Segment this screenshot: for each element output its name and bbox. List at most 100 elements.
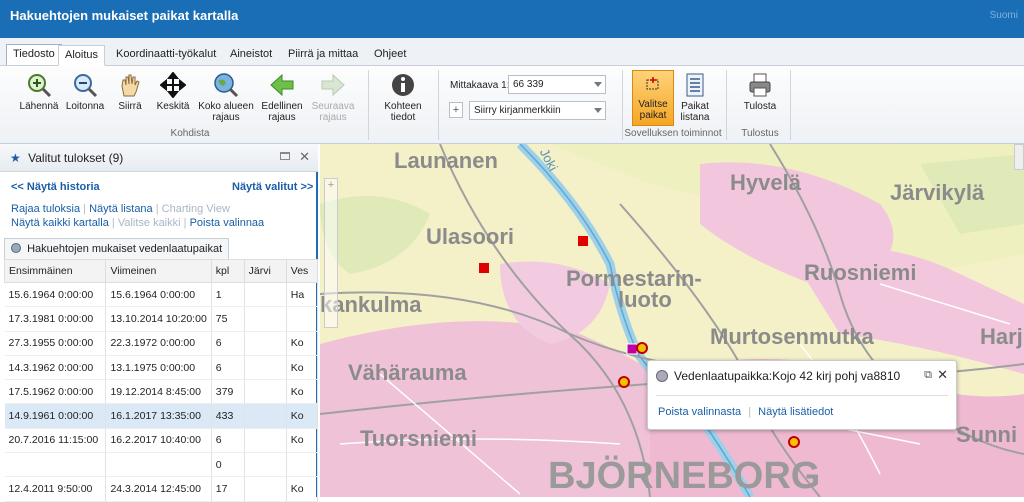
table-cell: 19.12.2014 8:45:00: [105, 379, 212, 405]
column-header[interactable]: Ensimmäinen: [3, 259, 107, 283]
tab-tiedosto[interactable]: Tiedosto: [6, 44, 62, 65]
show-all-map-link[interactable]: Näytä kaikki kartalla: [11, 217, 109, 229]
table-row[interactable]: 17.3.1981 0:00:00 13.10.2014 10:20:00 75: [4, 306, 319, 332]
table-cell: [244, 476, 287, 502]
zoom-slider[interactable]: +: [324, 178, 338, 328]
table-cell: 16.2.2017 10:40:00: [105, 428, 212, 454]
ribbon-separator: [790, 70, 791, 140]
column-header[interactable]: kpl: [210, 259, 245, 283]
map-marker[interactable]: [578, 236, 588, 246]
zoom-out-button[interactable]: Loitonna: [64, 72, 106, 112]
table-row[interactable]: 12.4.2011 9:50:00 24.3.2014 12:45:00 17 Ko: [4, 476, 319, 502]
table-cell: [244, 428, 287, 454]
ribbon: Lähennä Loitonna Siirrä Keskitä Koko alu…: [0, 66, 1024, 144]
pan-button[interactable]: Siirrä: [110, 72, 150, 112]
zoom-in-button[interactable]: Lähennä: [18, 72, 60, 112]
table-cell: Ko: [286, 476, 319, 502]
table-cell: 6: [211, 355, 245, 381]
table-cell: 20.7.2016 11:15:00: [4, 428, 107, 454]
zoom-out-icon: [74, 74, 98, 98]
globe-icon: [656, 370, 668, 382]
table-cell: 14.3.1962 0:00:00: [4, 355, 107, 381]
next-extent-button[interactable]: Seuraava rajaus: [310, 72, 356, 123]
table-row[interactable]: 20.7.2016 11:15:00 16.2.2017 10:40:00 6 Ko: [4, 428, 319, 454]
popup-actions: Poista valinnasta | Näytä lisätiedot: [658, 406, 833, 418]
tab-aineistot[interactable]: Aineistot: [224, 45, 278, 66]
center-button[interactable]: Keskitä: [154, 72, 192, 112]
language-link[interactable]: Suomi: [990, 10, 1018, 21]
minimize-icon[interactable]: [280, 152, 290, 160]
table-row[interactable]: 14.3.1962 0:00:00 13.1.1975 0:00:00 6 Ko: [4, 355, 319, 381]
add-bookmark-button[interactable]: +: [449, 102, 463, 118]
table-cell: 433: [211, 403, 245, 429]
places-list-button[interactable]: Paikat listana: [676, 72, 714, 123]
previous-extent-button[interactable]: Edellinen rajaus: [258, 72, 306, 123]
item-info-button[interactable]: Kohteen tiedot: [380, 72, 426, 123]
table-cell: [105, 452, 212, 478]
map-marker[interactable]: [788, 436, 800, 448]
table-cell: [244, 306, 287, 332]
table-cell: 0: [211, 452, 245, 478]
table-cell: [244, 355, 287, 381]
tab-aloitus[interactable]: Aloitus: [58, 45, 106, 66]
list-icon: [686, 73, 704, 97]
zoom-plus-icon[interactable]: +: [325, 179, 337, 191]
select-all-link[interactable]: Valitse kaikki: [118, 217, 181, 229]
filter-results-link[interactable]: Rajaa tuloksia: [11, 203, 80, 215]
group-label-app: Sovelluksen toiminnot: [624, 128, 722, 139]
full-extent-button[interactable]: Koko alueen rajaus: [198, 72, 254, 123]
table-cell: [4, 452, 107, 478]
show-selected-link[interactable]: Näytä valitut >>: [232, 181, 313, 193]
results-table: Ensimmäinen Viimeinen kpl Järvi Ves 15.6…: [3, 259, 319, 502]
show-details-link[interactable]: Näytä lisätiedot: [758, 406, 833, 418]
divider: [656, 395, 948, 396]
show-list-link[interactable]: Näytä listana: [89, 203, 153, 215]
map-view[interactable]: Launanen Hyvelä Järvikylä Ulasoori Porme…: [320, 144, 1024, 497]
print-button[interactable]: Tulosta: [738, 72, 782, 112]
map-label: Harj: [980, 324, 1023, 349]
collapse-handle[interactable]: [1014, 144, 1024, 170]
bookmark-select[interactable]: Siirry kirjanmerkkiin: [469, 101, 606, 120]
table-row[interactable]: 15.6.1964 0:00:00 15.6.1964 0:00:00 1 Ha: [4, 282, 319, 308]
charting-view-link[interactable]: Charting View: [162, 203, 230, 215]
remove-from-selection-link[interactable]: Poista valinnasta: [658, 406, 741, 418]
clear-selection-link[interactable]: Poista valinnaa: [190, 217, 265, 229]
table-cell: 17.3.1981 0:00:00: [4, 306, 107, 332]
separator: |: [748, 406, 752, 418]
globe-icon: [11, 243, 21, 253]
table-cell: 22.3.1972 0:00:00: [105, 331, 212, 356]
table-row[interactable]: 0: [4, 452, 319, 478]
popout-icon[interactable]: ⧉: [924, 369, 932, 382]
column-header[interactable]: Ves: [285, 259, 319, 283]
table-row[interactable]: 14.9.1961 0:00:00 16.1.2017 13:35:00 433 Ko: [4, 403, 319, 429]
table-cell: Ko: [286, 403, 319, 429]
show-history-link[interactable]: << Näytä historia: [11, 181, 100, 193]
group-label-kohdista: Kohdista: [170, 128, 210, 139]
tab-piirra[interactable]: Piirrä ja mittaa: [282, 45, 364, 66]
tab-koordinaatti[interactable]: Koordinaatti-työkalut: [110, 45, 222, 66]
map-marker[interactable]: [618, 376, 630, 388]
table-cell: 1: [211, 282, 245, 308]
panel-actions-row2: Näytä kaikki kartalla | Valitse kaikki |…: [11, 217, 264, 229]
close-icon[interactable]: ✕: [299, 149, 310, 165]
column-header[interactable]: Järvi: [243, 259, 287, 283]
panel-title: Valitut tulokset (9): [28, 151, 124, 165]
scale-select[interactable]: 66 339: [508, 75, 606, 94]
tab-ohjeet[interactable]: Ohjeet: [368, 45, 412, 66]
table-cell: [244, 282, 287, 308]
map-marker[interactable]: [636, 342, 648, 354]
popup-title: Vedenlaatupaikka:Kojo 42 kirj pohj va881…: [674, 369, 901, 383]
table-cell: 13.10.2014 10:20:00: [105, 306, 212, 332]
map-marker[interactable]: [479, 263, 489, 273]
map-canvas: Launanen Hyvelä Järvikylä Ulasoori Porme…: [320, 144, 1024, 497]
close-icon[interactable]: ✕: [937, 367, 948, 383]
table-row[interactable]: 27.3.1955 0:00:00 22.3.1972 0:00:00 6 Ko: [4, 331, 319, 356]
table-row[interactable]: 17.5.1962 0:00:00 19.12.2014 8:45:00 379 Ko: [4, 379, 319, 405]
select-places-button[interactable]: Valitse paikat: [632, 70, 674, 126]
table-tab[interactable]: Hakuehtojen mukaiset vedenlaatupaikat: [4, 238, 230, 260]
ribbon-separator: [622, 70, 623, 140]
map-marker[interactable]: [626, 343, 638, 355]
ribbon-separator: [726, 70, 727, 140]
table-cell: [286, 452, 319, 478]
column-header[interactable]: Viimeinen: [105, 259, 212, 283]
